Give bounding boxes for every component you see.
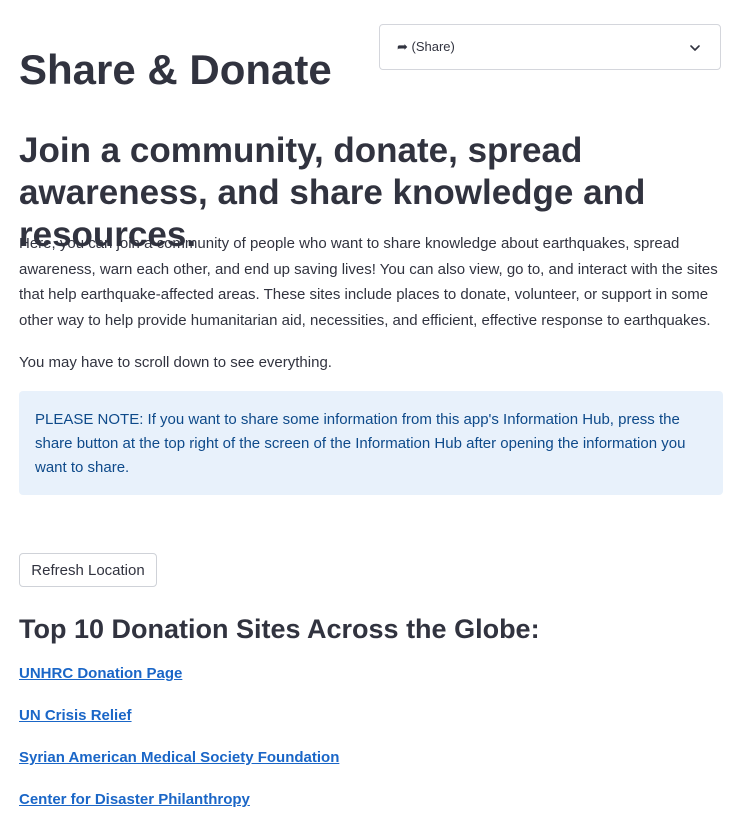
refresh-location-button[interactable]: Refresh Location [19,553,157,587]
intro-paragraph: Here, you can join a community of people… [19,235,718,329]
info-notice-text: PLEASE NOTE: If you want to share some i… [35,411,686,476]
donation-link-sams-foundation[interactable]: Syrian American Medical Society Foundati… [19,749,339,766]
donation-link-unhrc[interactable]: UNHRC Donation Page [19,665,182,682]
list-item: UNHRC Donation Page [19,662,339,704]
scroll-note: You may have to scroll down to see every… [19,354,332,371]
donation-section-title: Top 10 Donation Sites Across the Globe: [19,614,540,644]
donation-link-un-crisis-relief[interactable]: UN Crisis Relief [19,707,132,724]
page-title: Share & Donate [19,46,332,93]
chevron-down-icon [690,45,700,51]
info-notice: PLEASE NOTE: If you want to share some i… [19,391,723,495]
share-select[interactable]: ➦ (Share) [379,24,721,70]
list-item: Syrian American Medical Society Foundati… [19,746,339,788]
donation-links-list: UNHRC Donation Page UN Crisis Relief Syr… [19,662,339,830]
list-item: Center for Disaster Philanthropy [19,788,339,830]
list-item: UN Crisis Relief [19,704,339,746]
share-select-value: ➦ (Share) [397,39,455,54]
donation-link-cdp[interactable]: Center for Disaster Philanthropy [19,791,250,808]
